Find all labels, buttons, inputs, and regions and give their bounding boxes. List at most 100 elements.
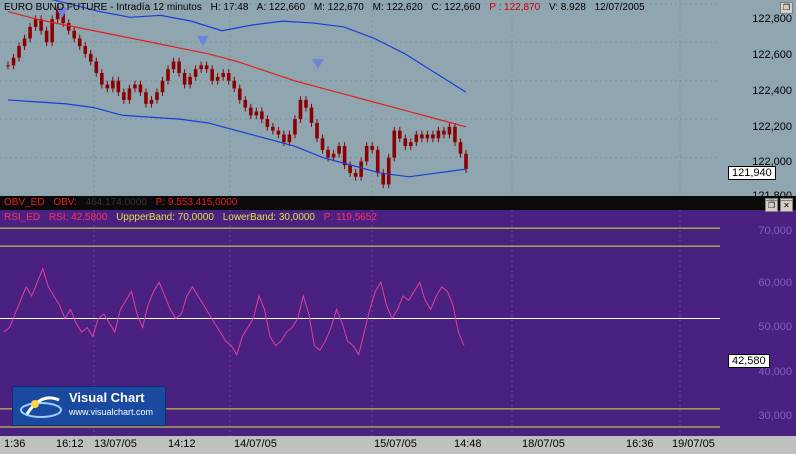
candle-body (464, 153, 468, 170)
candle-body (100, 73, 104, 85)
band-line (51, 0, 467, 93)
candle-body (386, 157, 391, 185)
obv-header: OBV_ED OBV: 464.174.0000 P: 9.553.415,00… (4, 197, 243, 208)
candle-body (287, 134, 292, 143)
candle-body (133, 84, 137, 89)
date-value: 12/07/2005 (594, 2, 645, 13)
candle-body (298, 99, 303, 120)
candle-body (171, 61, 176, 70)
candle-body (226, 73, 231, 81)
volume-value: V: 8.928 (548, 2, 586, 13)
rsi-axis: 70,000 60,000 50,000 40,000 30,000 (720, 210, 796, 436)
candle-body (293, 119, 297, 135)
candle-body (221, 73, 226, 77)
logo-site: www.visualchart.com (69, 407, 154, 417)
close-value: C: 122,660 (431, 2, 481, 13)
candle-body (304, 99, 308, 108)
price-chart-pane[interactable]: EURO BUND FUTURE - Intradía 12 minutos H… (0, 0, 796, 202)
hour-value: H: 17:48 (210, 2, 249, 13)
candle-body (215, 76, 220, 81)
rsi-name: RSI_ED (4, 212, 41, 223)
candle-body (237, 88, 242, 100)
candle-body (77, 38, 82, 47)
time-tick-label: 14:48 (454, 438, 482, 450)
time-tick-label: 14:12 (168, 438, 196, 450)
candle-body (414, 134, 419, 143)
ma-line (7, 10, 467, 128)
logo-icon (20, 396, 62, 418)
candle-body (204, 65, 209, 70)
candle-body (72, 30, 77, 39)
candle-body (425, 134, 430, 139)
obv-pane[interactable]: OBV_ED OBV: 464.174.0000 P: 9.553.415,00… (0, 196, 796, 210)
candle-body (188, 76, 192, 85)
candle-body (160, 80, 165, 93)
candle-body (260, 111, 264, 120)
signal-arrow-icon (197, 36, 209, 46)
candle-body (116, 80, 121, 93)
candle-body (403, 138, 408, 147)
candle-body (144, 92, 148, 104)
candle-body (342, 146, 347, 166)
low-value: M: 122,620 (372, 2, 423, 13)
upper-band-value: UppperBand: 70,0000 (116, 212, 214, 223)
time-tick-label: 14/07/05 (234, 438, 277, 450)
candle-body (420, 134, 424, 139)
signal-arrow-icon (312, 59, 324, 69)
candle-body (331, 153, 336, 158)
logo-brand: Visual Chart (69, 390, 145, 405)
candle-body (431, 134, 435, 139)
instrument-title: EURO BUND FUTURE - Intradía 12 minutos (4, 2, 202, 13)
candle-body (254, 111, 259, 116)
candle-body (392, 130, 397, 158)
candle-body (166, 69, 170, 81)
time-tick-label: 19/07/05 (672, 438, 715, 450)
candle-body (381, 172, 386, 185)
price-axis-label: 122,600 (752, 49, 792, 61)
rsi-line (3, 267, 465, 356)
candle-body (315, 122, 319, 139)
candle-body (276, 130, 281, 135)
candle-body (17, 46, 21, 58)
candle-body (436, 130, 441, 139)
candle-body (282, 134, 286, 143)
obv-name: OBV_ED (4, 197, 45, 208)
candle-body (447, 126, 452, 135)
candle-body (309, 107, 314, 123)
candle-body (326, 149, 330, 158)
price-axis-label: 122,800 (752, 13, 792, 25)
candle-body (458, 142, 463, 154)
candle-body (271, 126, 275, 131)
candle-body (127, 88, 132, 100)
candle-body (111, 80, 115, 89)
time-tick-label: 16:12 (56, 438, 84, 450)
candle-body (122, 92, 126, 100)
candle-body (364, 146, 369, 162)
price-axis-label: 122,200 (752, 121, 792, 133)
candle-body (182, 73, 187, 85)
candle-body (66, 23, 71, 31)
candle-body (138, 84, 143, 93)
candle-body (199, 65, 203, 70)
candle-body (22, 38, 27, 47)
candle-body (193, 69, 198, 77)
price-plot[interactable] (0, 0, 720, 196)
candle-body (105, 84, 110, 89)
candle-body (353, 172, 358, 177)
candle-body (453, 126, 457, 143)
lower-band-line (7, 99, 467, 178)
candle-body (33, 19, 38, 27)
rsi-axis-label: 60,000 (758, 277, 792, 289)
candle-body (320, 138, 325, 150)
time-tick-label: 15/07/05 (374, 438, 417, 450)
rsi-value: RSI: 42,5800 (48, 212, 108, 223)
price-axis-label: 122,400 (752, 85, 792, 97)
lower-band-value: LowerBand: 30,0000 (222, 212, 315, 223)
candle-body (210, 69, 214, 81)
time-tick-label: 16:36 (626, 438, 654, 450)
rsi-axis-label: 50,000 (758, 321, 792, 333)
obv-series: OBV: (53, 197, 77, 208)
candle-body (44, 30, 49, 43)
rsi-axis-label: 30,000 (758, 410, 792, 422)
time-tick-label: 13/07/05 (94, 438, 137, 450)
